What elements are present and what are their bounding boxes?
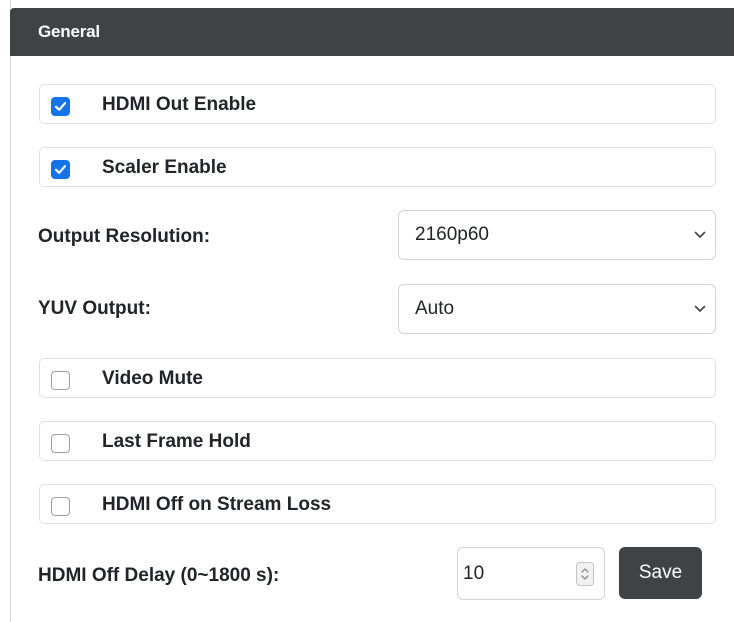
scaler-enable-row[interactable]: Scaler Enable xyxy=(39,147,716,187)
up-down-arrows-icon xyxy=(581,568,589,580)
video-mute-label: Video Mute xyxy=(102,368,203,389)
video-mute-row[interactable]: Video Mute xyxy=(39,358,716,398)
checkmark-icon xyxy=(54,165,67,174)
output-resolution-label: Output Resolution: xyxy=(38,226,211,247)
yuv-output-label: YUV Output: xyxy=(38,298,151,319)
yuv-output-select[interactable]: Auto xyxy=(398,284,716,334)
hdmi-off-on-stream-loss-label: HDMI Off on Stream Loss xyxy=(102,494,332,515)
last-frame-hold-label: Last Frame Hold xyxy=(102,431,251,452)
output-resolution-select[interactable]: 2160p60 xyxy=(398,210,716,260)
scaler-enable-label: Scaler Enable xyxy=(102,157,227,178)
hdmi-out-enable-row[interactable]: HDMI Out Enable xyxy=(39,84,716,124)
hdmi-off-delay-label: HDMI Off Delay (0~1800 s): xyxy=(38,565,280,586)
hdmi-off-delay-value: 10 xyxy=(463,563,485,584)
hdmi-off-delay-input[interactable]: 10 xyxy=(457,547,605,600)
card-header: General xyxy=(10,8,734,56)
general-settings-panel: General HDMI Out Enable Scaler Enable Ou… xyxy=(0,0,734,622)
number-spinner[interactable] xyxy=(576,562,594,586)
chevron-down-icon xyxy=(694,305,706,312)
save-button[interactable]: Save xyxy=(619,547,702,599)
checkmark-icon xyxy=(54,102,67,111)
card-header-title: General xyxy=(38,22,100,41)
yuv-output-value: Auto xyxy=(415,298,455,319)
hdmi-off-on-stream-loss-checkbox[interactable] xyxy=(51,497,70,516)
hdmi-out-enable-checkbox[interactable] xyxy=(51,97,70,116)
last-frame-hold-checkbox[interactable] xyxy=(51,434,70,453)
hdmi-off-on-stream-loss-row[interactable]: HDMI Off on Stream Loss xyxy=(39,484,716,524)
last-frame-hold-row[interactable]: Last Frame Hold xyxy=(39,421,716,461)
chevron-down-icon xyxy=(694,231,706,238)
scaler-enable-checkbox[interactable] xyxy=(51,160,70,179)
output-resolution-value: 2160p60 xyxy=(415,224,489,245)
video-mute-checkbox[interactable] xyxy=(51,371,70,390)
hdmi-out-enable-label: HDMI Out Enable xyxy=(102,94,257,115)
card-left-border xyxy=(10,0,11,622)
